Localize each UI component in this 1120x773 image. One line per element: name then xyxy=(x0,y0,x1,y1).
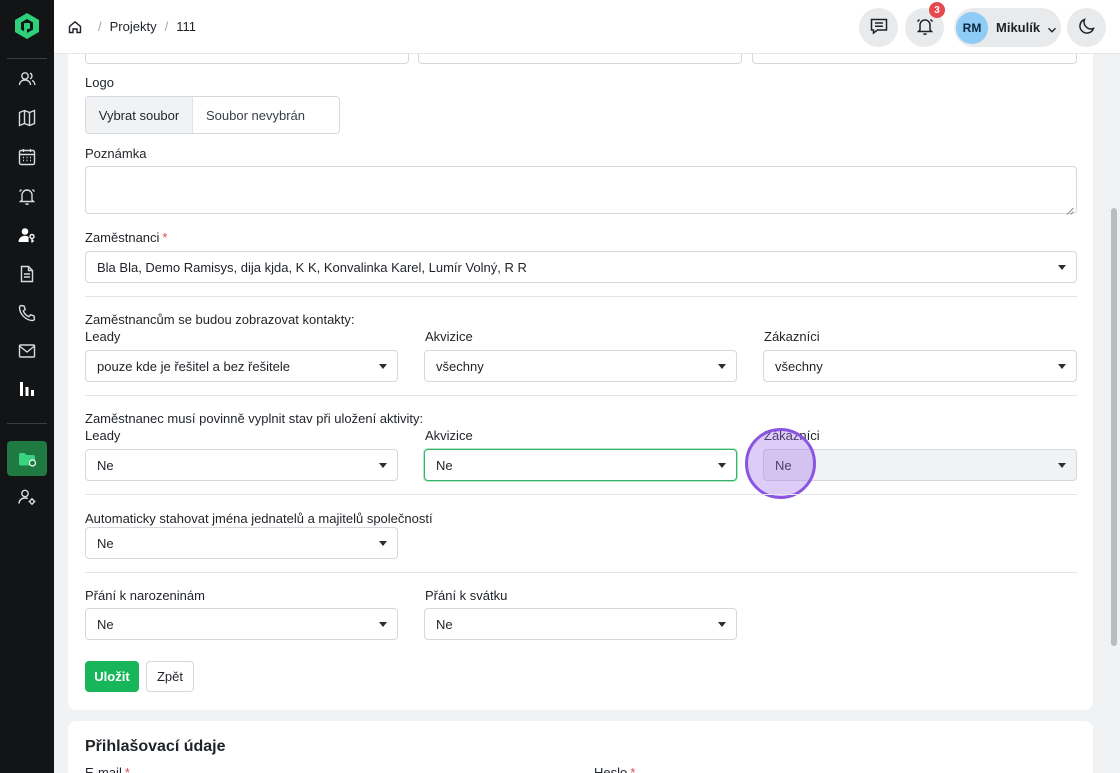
breadcrumb-projects[interactable]: Projekty xyxy=(110,19,157,34)
breadcrumb: / Projekty / 111 xyxy=(68,19,196,34)
note-label: Poznámka xyxy=(85,146,147,161)
auto-download-value: Ne xyxy=(97,535,114,551)
caret-down-icon xyxy=(379,622,387,627)
divider xyxy=(85,296,1077,297)
breadcrumb-current: 111 xyxy=(176,19,196,34)
required-marker: * xyxy=(630,765,636,773)
login-section-title: Přihlašovací údaje xyxy=(85,738,226,755)
password-label-text: Heslo xyxy=(594,765,628,773)
status-acquisitions-select[interactable]: Ne xyxy=(424,449,737,481)
moon-icon xyxy=(1077,16,1097,39)
chevron-down-icon xyxy=(1047,23,1057,33)
logo-label: Logo xyxy=(85,75,114,90)
topbar: / Projekty / 111 3 RM Mikulík xyxy=(54,0,1120,54)
mail-icon[interactable] xyxy=(17,341,37,361)
home-icon[interactable] xyxy=(68,20,82,34)
notifications-button[interactable]: 3 xyxy=(905,2,945,47)
caret-down-icon xyxy=(379,364,387,369)
back-button[interactable]: Zpět xyxy=(146,661,194,692)
caret-down-icon xyxy=(718,364,726,369)
breadcrumb-separator: / xyxy=(98,19,102,34)
contacts-leads-label: Leady xyxy=(85,329,121,344)
contacts-leads-select[interactable]: pouze kde je řešitel a bez řešitele xyxy=(85,350,398,382)
status-acquisitions-value: Ne xyxy=(436,457,453,473)
logo-file-input[interactable]: Vybrat soubor Soubor nevybrán xyxy=(85,96,340,134)
caret-down-icon xyxy=(1058,364,1066,369)
password-label: Heslo * xyxy=(594,765,635,773)
calendar-icon[interactable] xyxy=(17,147,37,167)
user-name: Mikulík xyxy=(996,20,1041,35)
document-icon[interactable] xyxy=(17,264,37,284)
avatar: RM xyxy=(956,11,988,44)
contacts-acquisitions-label: Akvizice xyxy=(425,329,473,344)
status-leads-select[interactable]: Ne xyxy=(85,449,398,481)
divider xyxy=(85,494,1077,495)
user-menu[interactable]: RM Mikulík xyxy=(954,8,1061,47)
caret-down-icon xyxy=(718,463,726,468)
sidebar-divider xyxy=(7,423,47,424)
auto-download-label: Automaticky stahovat jména jednatelů a m… xyxy=(85,511,433,526)
contacts-customers-select[interactable]: všechny xyxy=(763,350,1077,382)
resize-grip-icon[interactable] xyxy=(1066,203,1074,215)
chart-icon[interactable] xyxy=(17,379,37,399)
file-status: Soubor nevybrán xyxy=(206,107,306,123)
caret-down-icon xyxy=(1058,265,1066,270)
employees-label-text: Zaměstnanci xyxy=(85,230,160,245)
contacts-customers-label: Zákazníci xyxy=(764,329,820,344)
birthday-value: Ne xyxy=(97,616,114,632)
status-acquisitions-label: Akvizice xyxy=(425,428,473,443)
divider xyxy=(85,572,1077,573)
birthday-label: Přání k narozeninám xyxy=(85,588,205,603)
employees-label: Zaměstnanci * xyxy=(85,230,167,245)
caret-down-icon xyxy=(718,622,726,627)
email-label-text: E-mail xyxy=(85,765,122,773)
required-marker: * xyxy=(162,230,168,245)
users-icon[interactable] xyxy=(17,69,37,89)
status-leads-value: Ne xyxy=(97,457,114,473)
bell-icon xyxy=(915,16,935,39)
chat-icon xyxy=(869,16,889,39)
divider xyxy=(85,395,1077,396)
nameday-label: Přání k svátku xyxy=(425,588,508,603)
sidebar-divider xyxy=(7,58,47,59)
scrollbar-thumb[interactable] xyxy=(1111,208,1117,646)
folder-icon[interactable] xyxy=(17,449,37,469)
choose-file-button[interactable]: Vybrat soubor xyxy=(86,97,193,133)
status-required-heading: Zaměstnanec musí povinně vyplnit stav př… xyxy=(85,411,424,426)
note-textarea[interactable] xyxy=(85,166,1077,215)
phone-icon[interactable] xyxy=(17,303,37,323)
click-indicator xyxy=(745,428,816,499)
chat-button[interactable] xyxy=(859,8,898,47)
user-key-icon[interactable] xyxy=(17,225,37,245)
nameday-value: Ne xyxy=(436,616,453,632)
logo-icon[interactable] xyxy=(14,12,40,40)
auto-download-select[interactable]: Ne xyxy=(85,527,398,559)
required-marker: * xyxy=(124,765,130,773)
contacts-acquisitions-select[interactable]: všechny xyxy=(424,350,737,382)
employees-value: Bla Bla, Demo Ramisys, dija kjda, K K, K… xyxy=(97,259,527,275)
contacts-customers-value: všechny xyxy=(775,358,823,374)
map-icon[interactable] xyxy=(17,108,37,128)
birthday-select[interactable]: Ne xyxy=(85,608,398,640)
caret-down-icon xyxy=(379,463,387,468)
caret-down-icon xyxy=(379,541,387,546)
notification-badge: 3 xyxy=(929,2,945,18)
contacts-heading: Zaměstnancům se budou zobrazovat kontakt… xyxy=(85,312,355,327)
email-label: E-mail * xyxy=(85,765,130,773)
nameday-select[interactable]: Ne xyxy=(424,608,737,640)
sidebar xyxy=(0,0,54,773)
caret-down-icon xyxy=(1058,463,1066,468)
user-settings-icon[interactable] xyxy=(17,487,37,507)
bell-icon[interactable] xyxy=(17,186,37,206)
employees-select[interactable]: Bla Bla, Demo Ramisys, dija kjda, K K, K… xyxy=(85,251,1077,283)
save-button[interactable]: Uložit xyxy=(85,661,139,692)
contacts-leads-value: pouze kde je řešitel a bez řešitele xyxy=(97,358,290,374)
contacts-acquisitions-value: všechny xyxy=(436,358,484,374)
breadcrumb-separator: / xyxy=(164,19,169,34)
theme-toggle[interactable] xyxy=(1067,8,1106,47)
status-leads-label: Leady xyxy=(85,428,121,443)
